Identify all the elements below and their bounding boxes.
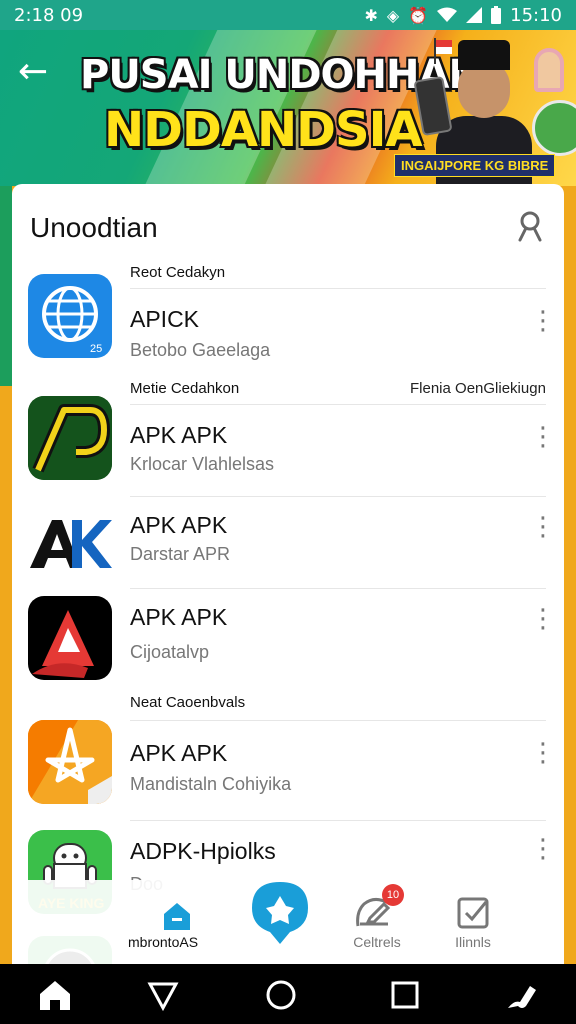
divider <box>130 496 546 497</box>
home-icon[interactable] <box>38 978 72 1012</box>
app-subtitle: Krlocar Vlahlelsas <box>130 454 275 474</box>
search-icon[interactable] <box>512 208 548 244</box>
more-options-icon[interactable]: ⋮ <box>530 512 556 542</box>
app-name: ADPK-Hpiolks <box>130 838 276 864</box>
banner-tag: INGAIJPORE KG BIBRE <box>394 154 556 177</box>
divider <box>130 288 546 289</box>
home-circle-icon[interactable] <box>264 978 298 1012</box>
chat-fab-icon <box>252 882 308 944</box>
page-title: Unoodtian <box>30 212 158 243</box>
app-name: APK APK <box>130 740 228 766</box>
app-subtitle: Cijoatalvp <box>130 642 210 662</box>
nav-item-tasks[interactable]: Ilinnls <box>438 880 508 964</box>
nav-label: Ilinnls <box>455 934 491 950</box>
back-arrow-icon[interactable]: ← <box>18 52 58 92</box>
app-list-card: Unoodtian Reot Cedakyn 25 APICK Betobo G… <box>12 184 564 964</box>
battery-icon <box>491 6 502 24</box>
globe-icon: 25 <box>28 274 112 358</box>
divider <box>130 588 546 589</box>
more-options-icon[interactable]: ⋮ <box>530 422 556 452</box>
notification-badge: 10 <box>382 884 404 906</box>
divider <box>130 820 546 821</box>
alarm-icon: ⏰ <box>408 5 429 25</box>
signal-icon <box>466 7 483 23</box>
more-options-icon[interactable]: ⋮ <box>530 834 556 864</box>
nav-item-edit[interactable]: 10 Celtrels <box>342 880 412 964</box>
more-options-icon[interactable]: ⋮ <box>530 604 556 634</box>
app-subtitle: Betobo Gaeelaga <box>130 340 271 360</box>
section-header: Metie Cedahkon <box>130 380 240 397</box>
divider <box>130 720 546 721</box>
red-a-logo-icon <box>28 596 112 680</box>
side-decoration <box>0 186 12 386</box>
section-link[interactable]: Flenia OenGliekiugn <box>410 380 546 397</box>
more-options-icon[interactable]: ⋮ <box>530 306 556 336</box>
app-name: APK APK <box>130 422 228 448</box>
nav-item-home[interactable]: mbrontoAS <box>12 880 242 964</box>
woman-image <box>534 48 564 92</box>
bottom-nav: mbrontoAS 10 Celtrels Ilinnls <box>12 880 564 964</box>
recents-square-icon[interactable] <box>388 978 422 1012</box>
app-subtitle: Mandistaln Cohiyika <box>130 774 292 794</box>
nav-label: mbrontoAS <box>128 934 199 950</box>
assistant-icon[interactable] <box>504 978 538 1012</box>
globe-ornament <box>532 100 576 156</box>
bluetooth-icon: ✱ <box>364 5 378 25</box>
svg-text:25: 25 <box>90 343 102 355</box>
status-time-right: 15:10 <box>510 4 562 26</box>
nav-item-chat[interactable] <box>246 880 316 964</box>
back-triangle-icon[interactable] <box>146 978 180 1012</box>
wifi-icon <box>437 7 458 22</box>
promo-banner[interactable]: ← PUSAI UNDOHHAN NDDANDSIA INGAIJPORE KG… <box>0 30 576 186</box>
ak-logo-icon <box>28 506 112 590</box>
app-name: APK APK <box>130 512 228 538</box>
checkbox-icon <box>457 897 489 929</box>
nav-label: Celtrels <box>353 934 401 950</box>
app-name: APK APK <box>130 604 228 630</box>
section-header: Neat Caoenbvals <box>130 694 246 711</box>
star-logo-icon <box>28 720 112 804</box>
more-options-icon[interactable]: ⋮ <box>530 738 556 768</box>
divider <box>130 404 546 405</box>
app-name: APICK <box>130 306 200 332</box>
apk-logo-icon <box>28 396 112 480</box>
banner-subtitle: NDDANDSIA <box>104 102 423 158</box>
system-nav-bar <box>0 964 576 1024</box>
home-tab-icon <box>164 903 190 930</box>
app-subtitle: Darstar APR <box>130 544 231 564</box>
status-bar: 2:18 09 ✱ ◈ ⏰ 15:10 <box>0 0 576 30</box>
status-time-left: 2:18 09 <box>14 4 84 26</box>
vibrate-icon: ◈ <box>386 5 400 25</box>
section-header: Reot Cedakyn <box>130 264 226 281</box>
